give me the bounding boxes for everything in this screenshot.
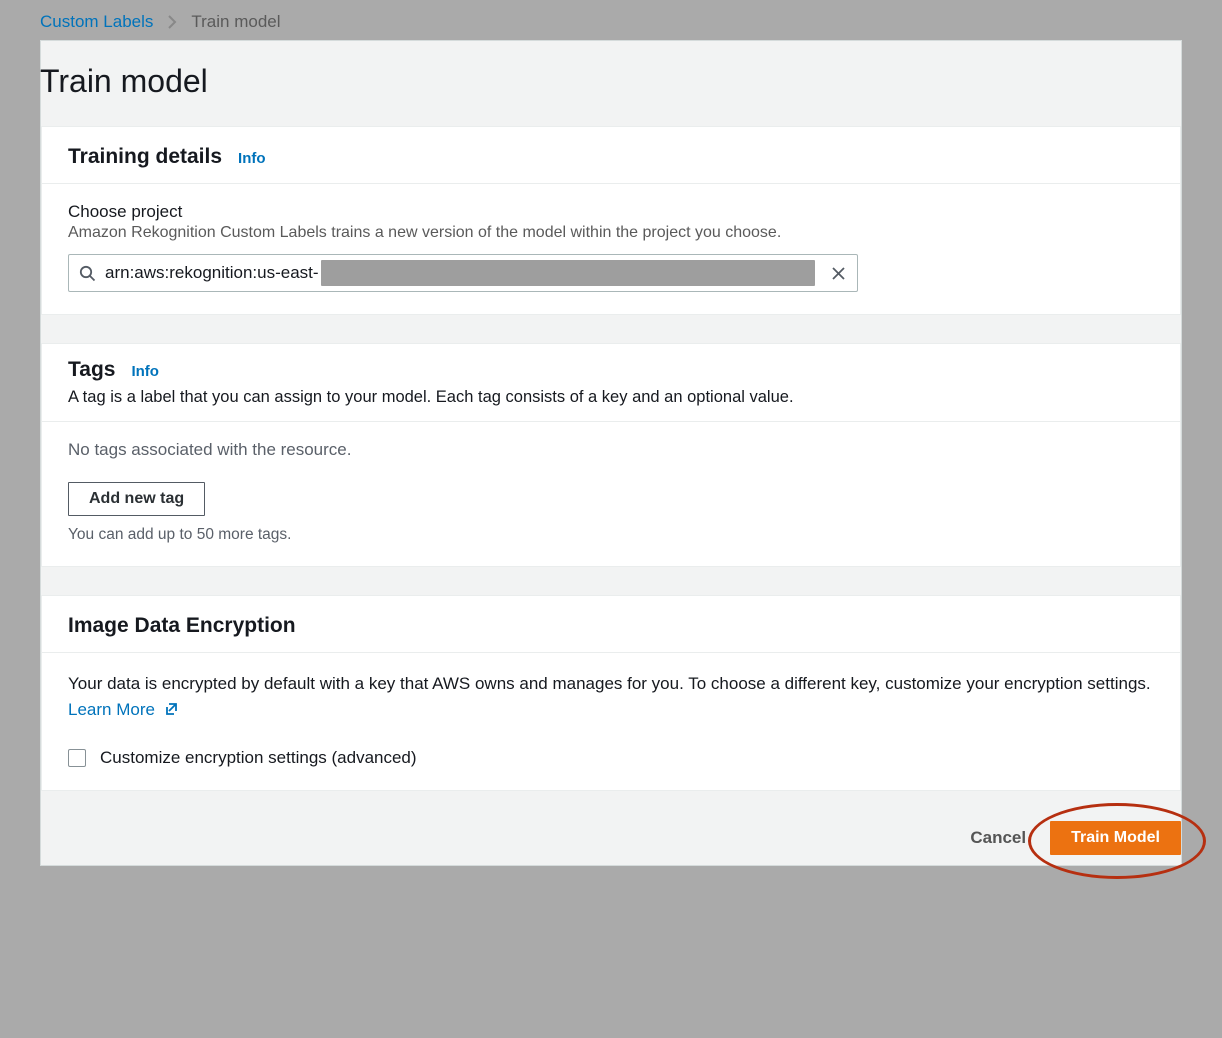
breadcrumb-current: Train model [191,12,280,32]
chevron-right-icon [167,15,177,29]
encryption-heading: Image Data Encryption [68,614,296,638]
training-info-link[interactable]: Info [238,150,266,167]
panel-header-tags: Tags Info A tag is a label that you can … [42,344,1180,422]
panel-header-training: Training details Info [42,127,1180,184]
tags-limit-hint: You can add up to 50 more tags. [68,526,1154,544]
panel-encryption: Image Data Encryption Your data is encry… [41,595,1181,791]
checkbox-icon[interactable] [68,749,86,767]
train-model-button[interactable]: Train Model [1050,821,1181,855]
clear-icon[interactable] [819,255,857,291]
add-new-tag-button[interactable]: Add new tag [68,482,205,516]
learn-more-link[interactable]: Learn More [68,700,180,719]
tags-info-link[interactable]: Info [131,363,159,380]
choose-project-label: Choose project [68,202,1154,222]
tags-empty-text: No tags associated with the resource. [68,440,1154,460]
project-select[interactable]: arn:aws:rekognition:us-east- [68,254,858,292]
panel-training-details: Training details Info Choose project Ama… [41,126,1181,315]
breadcrumb: Custom Labels Train model [0,0,1222,40]
encryption-text: Your data is encrypted by default with a… [68,671,1154,724]
project-value-visible: arn:aws:rekognition:us-east- [105,255,321,291]
search-icon [69,255,105,291]
form-footer: Cancel Train Model [41,803,1181,865]
page-container: Train model Training details Info Choose… [40,40,1182,866]
project-value-redacted [321,260,815,286]
panel-header-encryption: Image Data Encryption [42,596,1180,653]
tags-heading: Tags [68,358,115,382]
encryption-text-body: Your data is encrypted by default with a… [68,674,1151,693]
external-link-icon [164,701,180,717]
customize-encryption-label: Customize encryption settings (advanced) [100,748,417,768]
cancel-button[interactable]: Cancel [970,828,1026,848]
tags-description: A tag is a label that you can assign to … [68,388,1154,407]
choose-project-hint: Amazon Rekognition Custom Labels trains … [68,224,1154,242]
page-title: Train model [40,41,1181,126]
learn-more-label: Learn More [68,700,155,719]
customize-encryption-row[interactable]: Customize encryption settings (advanced) [68,748,1154,768]
training-heading: Training details [68,145,222,169]
panel-tags: Tags Info A tag is a label that you can … [41,343,1181,567]
breadcrumb-root-link[interactable]: Custom Labels [40,12,153,32]
